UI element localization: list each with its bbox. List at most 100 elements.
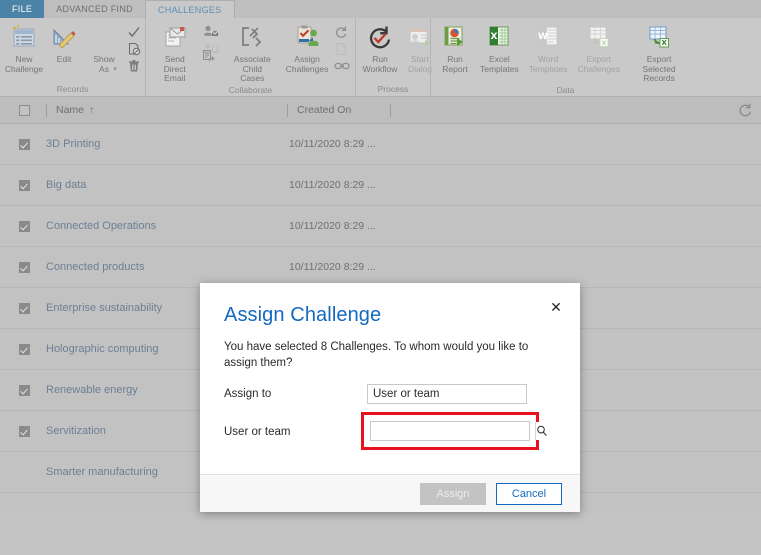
application-window: FILE ADVANCED FIND CHALLENGES New Challe… <box>0 0 761 555</box>
row-checkbox[interactable] <box>0 220 46 232</box>
new-record-icon <box>10 24 38 52</box>
tab-advanced-find-label: ADVANCED FIND <box>56 4 133 14</box>
table-row[interactable]: Connected products 10/11/2020 8:29 ... <box>0 247 761 288</box>
row-name[interactable]: Connected Operations <box>46 220 289 232</box>
export-selected-records-icon: X <box>645 24 673 52</box>
column-header-name[interactable]: Name ↑ <box>47 97 287 123</box>
table-row[interactable]: 3D Printing 10/11/2020 8:29 ... <box>0 124 761 165</box>
excel-templates-icon: X <box>485 24 513 52</box>
new-challenge-button[interactable]: New Challenge <box>4 22 44 74</box>
tab-file-label: FILE <box>12 4 33 14</box>
row-created-on: 10/11/2020 8:29 ... <box>289 138 376 150</box>
table-row[interactable]: Connected Operations 10/11/2020 8:29 ... <box>0 206 761 247</box>
ribbon-tab-strip: FILE ADVANCED FIND CHALLENGES <box>0 0 761 18</box>
user-or-team-field-row: User or team <box>224 412 556 450</box>
assign-to-label: Assign to <box>224 388 272 400</box>
deactivate-document-icon[interactable] <box>127 42 141 56</box>
tab-advanced-find[interactable]: ADVANCED FIND <box>44 0 145 18</box>
associate-child-cases-button[interactable]: Associate Child Cases <box>222 22 284 84</box>
dialog-message: You have selected 8 Challenges. To whom … <box>224 341 529 369</box>
run-report-label: Run Report <box>442 54 468 74</box>
row-checkbox-box <box>19 425 30 437</box>
row-checkbox[interactable] <box>0 302 46 314</box>
row-checkbox[interactable] <box>0 384 46 396</box>
blank-document-icon[interactable] <box>334 42 348 56</box>
start-dialog-label: Start Dialog <box>407 54 433 74</box>
export-challenges-label: Export Challenges <box>577 54 621 74</box>
export-selected-records-button[interactable]: X Export Selected Records <box>625 22 693 84</box>
ribbon-group-collaborate: Send Direct Email ▾ Associate Child Case… <box>145 18 355 96</box>
show-as-icon <box>90 24 118 52</box>
header-separator <box>390 103 391 117</box>
check-icon[interactable] <box>127 25 141 39</box>
sort-ascending-icon: ↑ <box>89 104 95 116</box>
refresh-icon[interactable] <box>737 102 753 118</box>
run-workflow-button[interactable]: Run Workflow <box>360 22 400 74</box>
show-as-button[interactable]: Show As ▾ <box>84 22 124 73</box>
show-as-label: Show As <box>93 54 115 74</box>
ribbon-group-records: New Challenge Edit Show As ▾ Records <box>0 18 145 96</box>
workflow-loop-icon[interactable] <box>334 25 348 39</box>
add-connection-icon[interactable] <box>203 25 218 39</box>
assign-button[interactable]: Assign <box>420 482 486 505</box>
grid-header-row: Name ↑ Created On <box>0 97 761 124</box>
row-checkbox-box <box>19 302 30 314</box>
row-checkbox[interactable] <box>0 343 46 355</box>
edit-pencil-ruler-icon <box>50 24 78 52</box>
row-checkbox[interactable] <box>0 261 46 273</box>
column-header-created-on-label: Created On <box>297 104 352 116</box>
assign-challenge-dialog: ✕ Assign Challenge You have selected 8 C… <box>200 283 580 512</box>
assign-challenges-label: Assign Challenges <box>285 54 329 74</box>
row-checkbox[interactable] <box>0 179 46 191</box>
excel-templates-button[interactable]: X Excel Templates <box>475 22 524 74</box>
run-workflow-icon <box>366 24 394 52</box>
edit-button[interactable]: Edit <box>44 22 84 65</box>
row-created-on: 10/11/2020 8:29 ... <box>289 261 376 273</box>
dialog-body: ✕ Assign Challenge You have selected 8 C… <box>200 283 580 450</box>
ribbon-toolbar: New Challenge Edit Show As ▾ Records Sen… <box>0 18 761 97</box>
row-created-on: 10/11/2020 8:29 ... <box>289 220 376 232</box>
close-icon[interactable]: ✕ <box>548 299 564 315</box>
search-icon[interactable] <box>535 422 548 440</box>
ribbon-group-data-title: Data <box>556 84 575 95</box>
ribbon-group-data: Run Report X Excel Templates W Word Temp… <box>430 18 700 96</box>
row-name[interactable]: Connected products <box>46 261 289 273</box>
assign-to-field-row: Assign to <box>224 383 556 405</box>
user-or-team-input[interactable] <box>371 422 535 440</box>
user-or-team-label: User or team <box>224 426 291 438</box>
word-templates-icon: W <box>534 24 562 52</box>
cancel-button[interactable]: Cancel <box>496 482 562 505</box>
svg-text:X: X <box>491 32 498 42</box>
row-name[interactable]: Big data <box>46 179 289 191</box>
edit-label: Edit <box>56 54 72 64</box>
row-checkbox-box <box>19 179 30 191</box>
svg-text:X: X <box>601 39 606 47</box>
column-header-name-label: Name <box>56 104 85 116</box>
word-templates-button[interactable]: W Word Templates <box>524 22 573 74</box>
user-or-team-lookup[interactable] <box>370 421 548 441</box>
tab-file[interactable]: FILE <box>0 0 45 18</box>
select-all-checkbox[interactable] <box>0 97 46 123</box>
send-direct-email-button[interactable]: Send Direct Email <box>150 22 200 84</box>
select-all-checkbox-box <box>19 104 30 116</box>
collaborate-small-icons-3 <box>331 22 351 73</box>
row-name[interactable]: 3D Printing <box>46 138 289 150</box>
assign-challenges-button[interactable]: Assign Challenges <box>283 22 331 74</box>
run-report-button[interactable]: Run Report <box>435 22 475 74</box>
table-row[interactable]: Big data 10/11/2020 8:29 ... <box>0 165 761 206</box>
export-challenges-button[interactable]: X Export Challenges <box>573 22 626 74</box>
associate-child-cases-label: Associate Child Cases <box>233 54 271 83</box>
ribbon-group-collaborate-title: Collaborate <box>228 84 273 95</box>
row-checkbox[interactable] <box>0 425 46 437</box>
link-chain-icon[interactable] <box>334 59 350 73</box>
row-checkbox[interactable] <box>0 138 46 150</box>
delete-trash-icon[interactable] <box>127 59 141 73</box>
add-to-queue-icon[interactable] <box>201 49 215 63</box>
assign-to-input[interactable] <box>367 384 527 404</box>
export-challenges-icon: X <box>585 24 613 52</box>
chevron-down-icon[interactable]: ▾ <box>113 65 117 73</box>
tab-challenges[interactable]: CHALLENGES <box>144 0 235 18</box>
associate-child-cases-icon <box>238 24 266 52</box>
row-checkbox-box <box>19 384 30 396</box>
column-header-created-on[interactable]: Created On <box>288 97 390 123</box>
